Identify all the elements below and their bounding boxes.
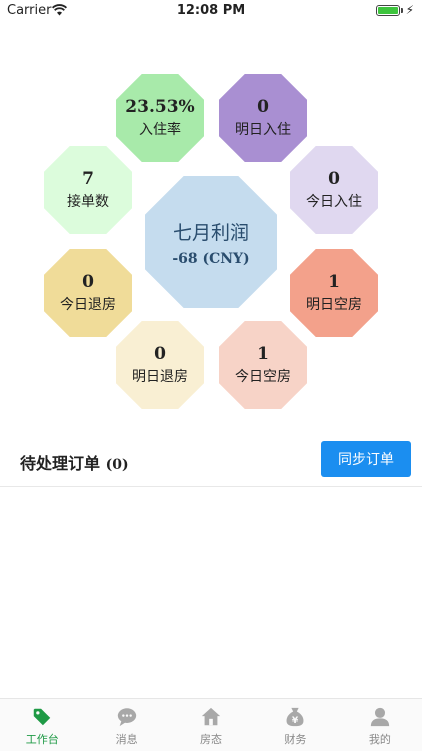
stat-label: 今日入住 (306, 193, 362, 210)
pending-orders-count: (0) (105, 457, 129, 473)
battery-icon (376, 5, 400, 16)
tab-finance[interactable]: ¥ 财务 (253, 699, 337, 751)
pending-orders-label: 待处理订单 (20, 454, 101, 473)
stat-value: 1 (257, 343, 269, 364)
pending-orders-header: 待处理订单 (0) 同步订单 (0, 438, 422, 487)
tab-messages[interactable]: 消息 (84, 699, 168, 751)
monthly-profit-panel[interactable]: 七月利润 -68 (CNY) (145, 176, 277, 308)
stat-label: 今日退房 (60, 296, 116, 313)
stat-tomorrow-vacant[interactable]: 1 明日空房 (290, 249, 378, 337)
monthly-profit-label: 七月利润 (172, 221, 249, 244)
tab-label: 我的 (368, 733, 391, 746)
chat-icon (117, 708, 136, 727)
stat-label: 今日空房 (235, 368, 291, 385)
stat-today-checkin[interactable]: 0 今日入住 (290, 146, 378, 234)
sync-orders-button[interactable]: 同步订单 (321, 441, 411, 477)
stat-value: 0 (328, 168, 340, 189)
pending-orders-title: 待处理订单 (0) (20, 450, 129, 474)
clock: 12:08 PM (176, 3, 246, 18)
stat-occupancy-rate[interactable]: 23.53% 入住率 (116, 74, 204, 162)
tag-icon (33, 708, 51, 726)
tab-workbench[interactable]: 工作台 (0, 699, 84, 751)
stat-value: 1 (328, 271, 340, 292)
tab-label: 财务 (284, 733, 307, 746)
tab-mine[interactable]: 我的 (338, 699, 422, 751)
status-bar: Carrier 12:08 PM ⚡ (0, 0, 422, 22)
stat-value: 7 (82, 168, 94, 189)
stat-orders-accepted[interactable]: 7 接单数 (44, 146, 132, 234)
stat-value: 23.53% (125, 96, 195, 117)
stat-label: 接单数 (67, 193, 109, 210)
svg-text:¥: ¥ (292, 715, 299, 726)
stat-value: 0 (82, 271, 94, 292)
stat-today-checkout[interactable]: 0 今日退房 (44, 249, 132, 337)
tab-label: 工作台 (25, 733, 59, 746)
stat-label: 明日退房 (132, 368, 188, 385)
house-icon (201, 707, 221, 726)
stat-today-vacant[interactable]: 1 今日空房 (219, 321, 307, 409)
tab-label: 消息 (115, 733, 138, 746)
stat-label: 明日入住 (235, 121, 291, 138)
tab-label: 房态 (200, 733, 223, 746)
stat-label: 入住率 (139, 121, 181, 138)
stat-tomorrow-checkout[interactable]: 0 明日退房 (116, 321, 204, 409)
money-bag-icon: ¥ (286, 707, 304, 727)
monthly-profit-value: -68 (CNY) (172, 250, 250, 267)
stat-tomorrow-checkin[interactable]: 0 明日入住 (219, 74, 307, 162)
charging-icon: ⚡ (405, 3, 414, 17)
stat-value: 0 (154, 343, 166, 364)
tab-bar: 工作台 消息 房态 ¥ 财务 我的 (0, 698, 422, 751)
user-icon (370, 707, 389, 727)
battery-cap (401, 8, 403, 13)
stat-label: 明日空房 (306, 296, 362, 313)
tab-room-status[interactable]: 房态 (169, 699, 253, 751)
stat-value: 0 (257, 96, 269, 117)
